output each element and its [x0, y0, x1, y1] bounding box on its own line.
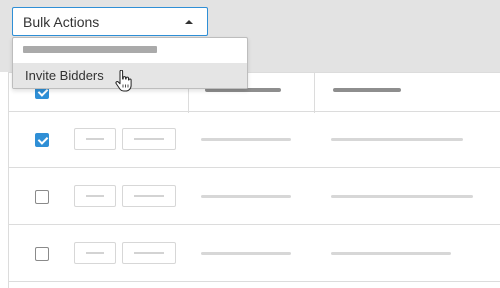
column-header-placeholder — [333, 88, 401, 92]
row-checkbox[interactable] — [35, 133, 49, 147]
caret-up-icon — [185, 19, 193, 24]
cell-placeholder — [201, 138, 291, 141]
cell-placeholder — [201, 195, 291, 198]
row-checkbox[interactable] — [35, 190, 49, 204]
cell-pill — [74, 128, 116, 150]
table-row[interactable] — [9, 168, 500, 225]
menu-item-label: Invite Bidders — [25, 68, 104, 83]
cell-placeholder — [331, 252, 451, 255]
table-row[interactable] — [9, 112, 500, 168]
cell-pill — [122, 128, 176, 150]
cell-placeholder — [201, 252, 291, 255]
cell-pill — [122, 242, 176, 264]
bulk-actions-select[interactable]: Bulk Actions — [12, 7, 208, 36]
hand-pointer-icon — [115, 70, 132, 92]
cell-pill — [74, 185, 116, 207]
cell-placeholder — [331, 138, 463, 141]
table-row[interactable] — [9, 225, 500, 282]
cell-pill — [122, 185, 176, 207]
bidder-table — [8, 72, 500, 288]
placeholder-bar — [23, 46, 157, 53]
menu-item-placeholder[interactable] — [13, 38, 247, 63]
cell-pill — [74, 242, 116, 264]
column-divider — [314, 73, 315, 113]
bulk-actions-label: Bulk Actions — [23, 13, 100, 30]
cell-placeholder — [331, 195, 473, 198]
row-checkbox[interactable] — [35, 247, 49, 261]
